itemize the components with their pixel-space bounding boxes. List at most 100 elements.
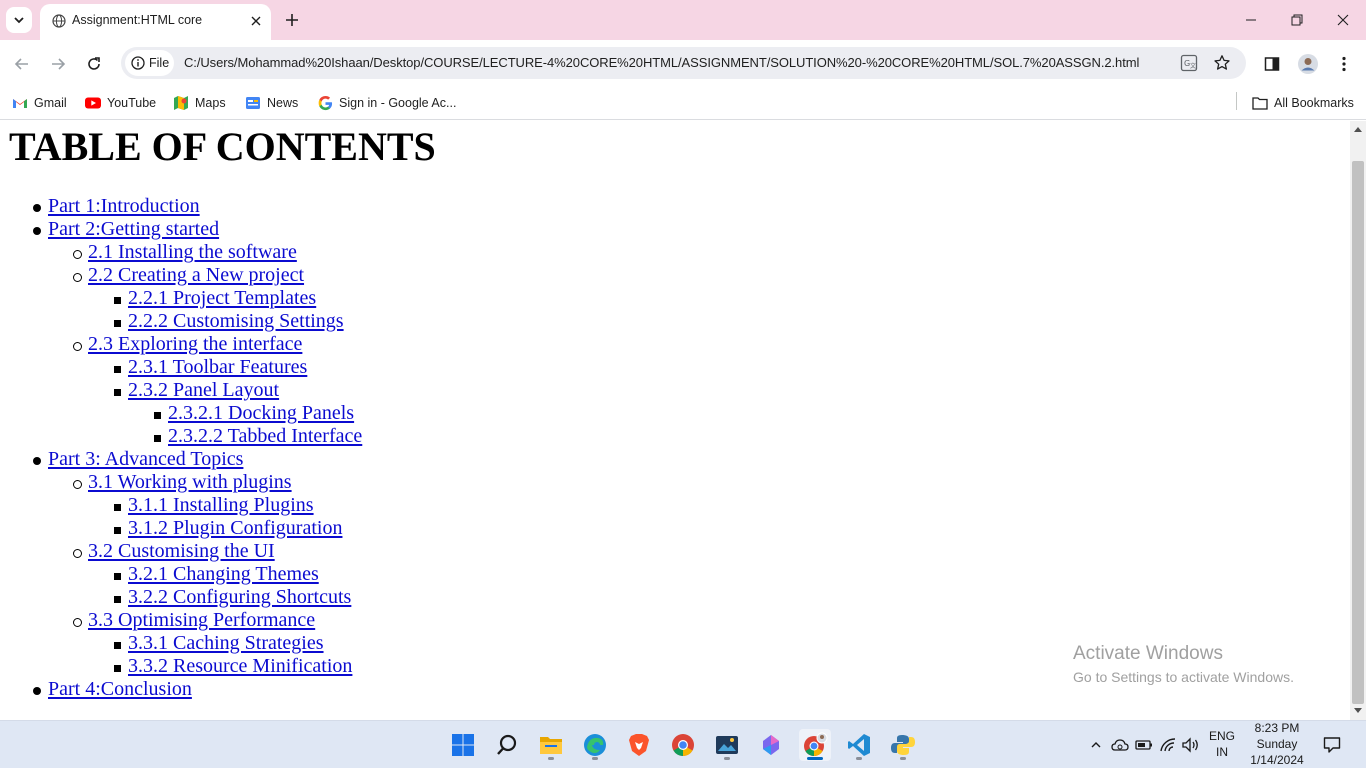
toc-item: 2.3.2 Panel Layout bbox=[113, 379, 279, 402]
toc-link[interactable]: 2.1 Installing the software bbox=[88, 241, 297, 263]
tab-search-button[interactable] bbox=[6, 7, 32, 33]
toc-link[interactable]: 3.3 Optimising Performance bbox=[88, 609, 315, 631]
toc-link[interactable]: 3.3.2 Resource Minification bbox=[128, 655, 352, 677]
arrow-right-icon bbox=[52, 58, 66, 70]
wifi-icon[interactable] bbox=[1158, 735, 1178, 755]
plus-icon bbox=[286, 14, 298, 26]
toc-item: 3.3 Optimising Performance bbox=[72, 609, 315, 632]
all-bookmarks-button[interactable]: All Bookmarks bbox=[1252, 92, 1354, 114]
bookmark-maps[interactable]: Maps bbox=[173, 92, 226, 114]
toc-link[interactable]: 2.2 Creating a New project bbox=[88, 264, 304, 286]
toc-link[interactable]: 2.3.2 Panel Layout bbox=[128, 379, 279, 401]
toc-link[interactable]: 2.3.2.1 Docking Panels bbox=[168, 402, 354, 424]
svg-text:文: 文 bbox=[1190, 62, 1196, 70]
chrome-profile-icon[interactable] bbox=[799, 729, 831, 761]
toc-link[interactable]: 3.2.1 Changing Themes bbox=[128, 563, 319, 585]
toc-item: 2.3.2.1 Docking Panels bbox=[153, 402, 354, 425]
toc-item: 3.1 Working with plugins bbox=[72, 471, 292, 494]
forward-button[interactable] bbox=[45, 51, 71, 77]
vertical-scrollbar[interactable] bbox=[1350, 121, 1366, 720]
toc-link[interactable]: Part 1:Introduction bbox=[48, 195, 200, 217]
toc-link[interactable]: 3.1 Working with plugins bbox=[88, 471, 292, 493]
toc-link[interactable]: 3.2 Customising the UI bbox=[88, 540, 275, 562]
toc-item: 3.1.2 Plugin Configuration bbox=[113, 517, 342, 540]
new-tab-button[interactable] bbox=[281, 9, 303, 31]
toc-link[interactable]: 2.2.1 Project Templates bbox=[128, 287, 316, 309]
toc-link[interactable]: 3.2.2 Configuring Shortcuts bbox=[128, 586, 351, 608]
bookmark-gmail[interactable]: Gmail bbox=[12, 92, 67, 114]
volume-icon[interactable] bbox=[1181, 735, 1201, 755]
side-panel-icon[interactable] bbox=[1260, 52, 1284, 76]
python-icon[interactable] bbox=[887, 729, 919, 761]
square-bullet-icon bbox=[113, 641, 121, 649]
toc-link[interactable]: 2.3.2.2 Tabbed Interface bbox=[168, 425, 362, 447]
reload-button[interactable] bbox=[81, 51, 107, 77]
toc-link[interactable]: 2.2.2 Customising Settings bbox=[128, 310, 344, 332]
file-explorer-icon[interactable] bbox=[535, 729, 567, 761]
tab-active[interactable]: Assignment:HTML core bbox=[40, 4, 271, 40]
address-bar[interactable]: File C:/Users/Mohammad%20Ishaan/Desktop/… bbox=[121, 47, 1246, 79]
toc-item: 3.1.1 Installing Plugins bbox=[113, 494, 314, 517]
photo-app-icon[interactable] bbox=[711, 729, 743, 761]
copilot-icon[interactable] bbox=[755, 729, 787, 761]
windows-start-icon[interactable] bbox=[447, 729, 479, 761]
back-button[interactable] bbox=[9, 51, 35, 77]
scroll-down-icon[interactable] bbox=[1354, 708, 1362, 713]
notification-icon[interactable] bbox=[1322, 735, 1342, 755]
bookmark-label: YouTube bbox=[107, 96, 157, 110]
battery-icon[interactable] bbox=[1134, 735, 1154, 755]
toc-item: 2.2.2 Customising Settings bbox=[113, 310, 344, 333]
scroll-up-icon[interactable] bbox=[1354, 127, 1362, 132]
close-window-button[interactable] bbox=[1320, 0, 1366, 40]
circle-bullet-icon bbox=[72, 548, 82, 558]
language-indicator[interactable]: ENG IN bbox=[1207, 728, 1237, 760]
scroll-thumb[interactable] bbox=[1352, 161, 1364, 704]
square-bullet-icon bbox=[153, 434, 161, 442]
star-icon[interactable] bbox=[1212, 53, 1232, 73]
edge-icon[interactable] bbox=[579, 729, 611, 761]
bookmarks-bar: Gmail YouTube Maps News Sign in - Google… bbox=[0, 86, 1366, 120]
brave-icon[interactable] bbox=[623, 729, 655, 761]
disc-bullet-icon bbox=[33, 457, 41, 465]
onedrive-sync-icon[interactable] bbox=[1110, 735, 1130, 755]
square-bullet-icon bbox=[113, 503, 121, 511]
restore-button[interactable] bbox=[1274, 0, 1320, 40]
toc-item: Part 3: Advanced Topics bbox=[33, 448, 243, 471]
toc-link[interactable]: 3.1.1 Installing Plugins bbox=[128, 494, 314, 516]
tab-strip: Assignment:HTML core bbox=[0, 0, 1366, 40]
chevron-down-icon bbox=[14, 17, 24, 24]
menu-icon[interactable] bbox=[1332, 52, 1356, 76]
chevron-up-icon[interactable] bbox=[1086, 735, 1106, 755]
bookmark-google-signin[interactable]: Sign in - Google Ac... bbox=[317, 92, 456, 114]
minimize-button[interactable] bbox=[1228, 0, 1274, 40]
toc-link[interactable]: Part 4:Conclusion bbox=[48, 678, 192, 700]
browser-toolbar: File C:/Users/Mohammad%20Ishaan/Desktop/… bbox=[0, 40, 1366, 86]
bookmark-youtube[interactable]: YouTube bbox=[85, 92, 156, 114]
close-icon bbox=[1337, 14, 1349, 26]
toc-link[interactable]: 3.1.2 Plugin Configuration bbox=[128, 517, 342, 539]
site-info-chip[interactable]: File bbox=[125, 50, 174, 76]
vscode-icon[interactable] bbox=[843, 729, 875, 761]
avatar[interactable] bbox=[1296, 52, 1320, 76]
toc-link[interactable]: 2.3 Exploring the interface bbox=[88, 333, 302, 355]
translate-icon[interactable]: G文 bbox=[1179, 53, 1199, 73]
toc-link[interactable]: Part 2:Getting started bbox=[48, 218, 219, 240]
close-tab-icon[interactable] bbox=[247, 12, 265, 30]
circle-bullet-icon bbox=[72, 249, 82, 259]
running-indicator bbox=[856, 757, 862, 760]
toc-link[interactable]: 2.3.1 Toolbar Features bbox=[128, 356, 307, 378]
toc-link[interactable]: Part 3: Advanced Topics bbox=[48, 448, 243, 470]
clock[interactable]: 8:23 PM Sunday 1/14/2024 bbox=[1244, 720, 1310, 768]
url-text[interactable]: C:/Users/Mohammad%20Ishaan/Desktop/COURS… bbox=[184, 55, 1139, 70]
toc-item: Part 4:Conclusion bbox=[33, 678, 192, 701]
youtube-icon bbox=[85, 95, 101, 111]
toc-link[interactable]: 3.3.1 Caching Strategies bbox=[128, 632, 324, 654]
search-icon[interactable] bbox=[491, 729, 523, 761]
chrome-icon[interactable] bbox=[667, 729, 699, 761]
square-bullet-icon bbox=[113, 595, 121, 603]
bookmark-news[interactable]: News bbox=[245, 92, 298, 114]
maps-icon bbox=[173, 95, 189, 111]
square-bullet-icon bbox=[113, 319, 121, 327]
bookmark-label: Maps bbox=[195, 96, 226, 110]
toc-item: Part 2:Getting started bbox=[33, 218, 219, 241]
